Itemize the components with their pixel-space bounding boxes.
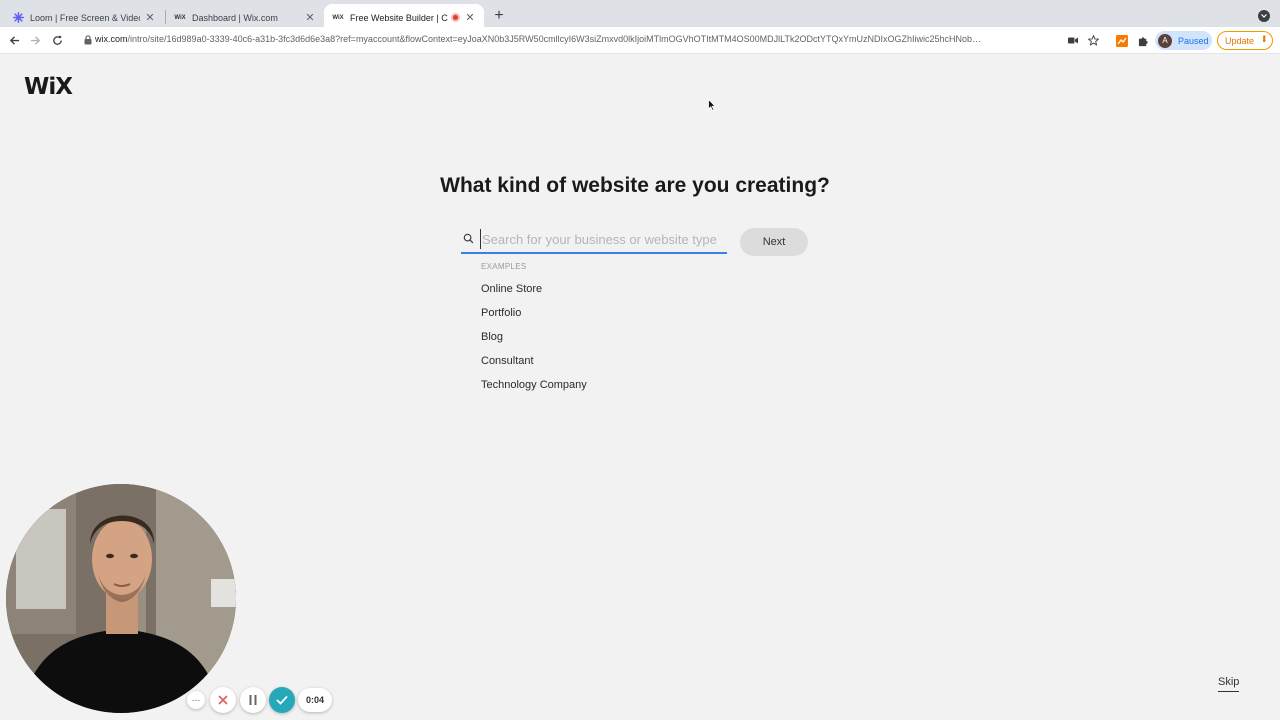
new-tab-button[interactable]: + [490,7,508,25]
examples-list: EXAMPLES Online Store Portfolio Blog Con… [481,262,587,403]
close-tab-icon[interactable]: ✕ [464,12,476,24]
tab-search-icon[interactable] [1258,10,1270,22]
skip-link[interactable]: Skip [1218,676,1240,692]
reload-icon [52,35,62,45]
tab-title: Free Website Builder | Crea [350,12,448,23]
browser-toolbar: wix.com/intro/site/16d989a0-3339-40c6-a3… [0,27,1280,54]
back-button[interactable] [6,32,22,48]
update-label: Update [1225,35,1255,46]
close-tab-icon[interactable]: ✕ [144,12,156,24]
lock-icon [84,35,92,45]
extension-orange-icon[interactable] [1115,34,1129,48]
example-item[interactable]: Technology Company [481,379,587,403]
page-title: What kind of website are you creating? [440,174,830,197]
mouse-cursor-icon [708,98,717,116]
example-item[interactable]: Blog [481,331,587,355]
cancel-x-icon [218,695,228,705]
loom-cancel-button[interactable] [210,687,236,713]
example-item[interactable]: Portfolio [481,307,587,331]
search-field [461,226,727,254]
next-button[interactable]: Next [740,228,808,256]
checkmark-icon [276,695,288,705]
reload-button[interactable] [49,32,65,48]
wix-icon: WiX [174,14,186,21]
avatar: A [1158,33,1172,48]
wix-logo[interactable]: WiX [24,74,73,100]
loom-icon [12,12,24,24]
forward-button[interactable] [27,32,43,48]
more-dots-icon: ··· [191,694,201,705]
kebab-menu-icon: ••• [1259,35,1269,42]
profile-status: Paused [1178,35,1209,46]
webcam-presenter-image [6,484,236,713]
search-icon [463,233,474,244]
wix-icon: WiX [332,14,344,21]
profile-button[interactable]: A Paused [1155,31,1212,50]
search-input[interactable] [480,229,726,249]
pause-icon [249,695,257,705]
recording-indicator-icon [451,13,460,22]
loom-finish-button[interactable] [269,687,295,713]
url-text: wix.com/intro/site/16d989a0-3339-40c6-a3… [95,34,982,44]
tab-title: Dashboard | Wix.com [192,12,278,23]
examples-heading: EXAMPLES [481,262,527,271]
address-bar[interactable]: wix.com/intro/site/16d989a0-3339-40c6-a3… [76,30,1106,51]
extensions-puzzle-icon[interactable] [1136,34,1150,48]
loom-recording-timer: 0:04 [298,688,332,712]
forward-arrow-icon [30,35,40,45]
update-button[interactable]: Update ••• [1217,31,1273,50]
bookmark-star-icon[interactable] [1087,34,1100,47]
loom-webcam-bubble[interactable] [6,484,236,713]
loom-more-options-button[interactable]: ··· [187,691,205,709]
back-arrow-icon [9,35,19,45]
tab-title: Loom | Free Screen & Video Re [30,12,140,23]
close-tab-icon[interactable]: ✕ [304,12,316,24]
camera-icon[interactable] [1066,34,1079,47]
example-item[interactable]: Online Store [481,283,587,307]
example-item[interactable]: Consultant [481,355,587,379]
loom-pause-button[interactable] [240,687,266,713]
